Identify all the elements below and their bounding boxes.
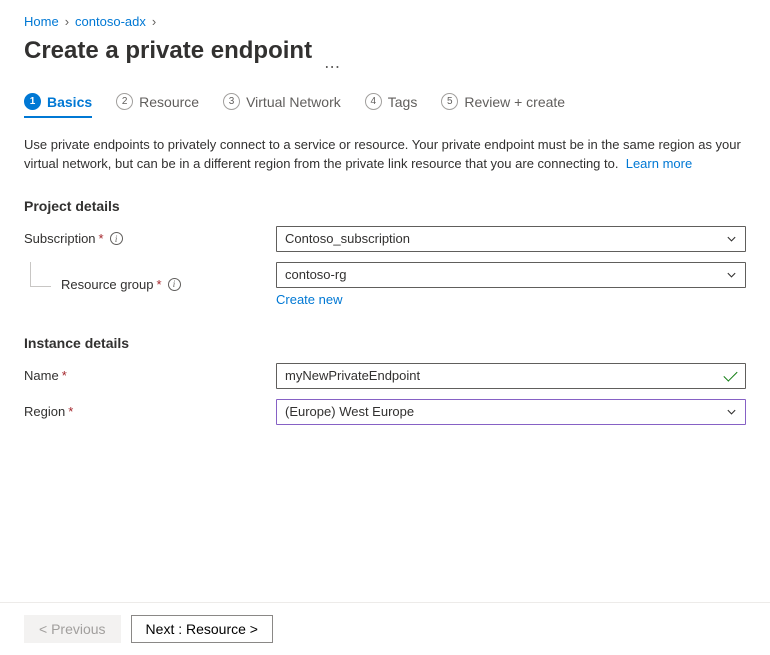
tab-resource[interactable]: 2 Resource [116, 93, 199, 118]
step-number: 5 [441, 93, 458, 110]
select-value: contoso-rg [285, 267, 346, 282]
previous-button: < Previous [24, 615, 121, 643]
info-icon[interactable]: i [110, 232, 123, 245]
tab-label: Tags [388, 94, 418, 110]
required-marker: * [157, 277, 162, 292]
info-icon[interactable]: i [168, 278, 181, 291]
create-new-link[interactable]: Create new [276, 292, 342, 307]
tab-label: Basics [47, 94, 92, 110]
subscription-select[interactable]: Contoso_subscription [276, 226, 746, 252]
more-actions-icon[interactable]: ⋯ [324, 53, 340, 77]
tab-label: Review + create [464, 94, 565, 110]
intro-text: Use private endpoints to privately conne… [24, 136, 744, 174]
chevron-right-icon: › [65, 14, 69, 29]
section-header: Instance details [24, 335, 746, 351]
chevron-right-icon: › [152, 14, 156, 29]
step-number: 4 [365, 93, 382, 110]
tab-virtual-network[interactable]: 3 Virtual Network [223, 93, 341, 118]
breadcrumb-home[interactable]: Home [24, 14, 59, 29]
tab-review-create[interactable]: 5 Review + create [441, 93, 565, 118]
chevron-down-icon [726, 233, 737, 244]
wizard-tabs: 1 Basics 2 Resource 3 Virtual Network 4 … [24, 93, 746, 118]
input-value: myNewPrivateEndpoint [285, 368, 420, 383]
required-marker: * [99, 231, 104, 246]
required-marker: * [68, 404, 73, 419]
next-button[interactable]: Next : Resource > [131, 615, 273, 643]
tab-label: Virtual Network [246, 94, 341, 110]
chevron-down-icon [726, 406, 737, 417]
resource-group-select[interactable]: contoso-rg [276, 262, 746, 288]
chevron-down-icon [726, 269, 737, 280]
breadcrumb: Home › contoso-adx › [24, 14, 746, 29]
step-number: 2 [116, 93, 133, 110]
select-value: (Europe) West Europe [285, 404, 414, 419]
region-select[interactable]: (Europe) West Europe [276, 399, 746, 425]
step-number: 1 [24, 93, 41, 110]
section-header: Project details [24, 198, 746, 214]
step-number: 3 [223, 93, 240, 110]
section-instance-details: Instance details Name * myNewPrivateEndp… [24, 335, 746, 425]
page-title: Create a private endpoint [24, 37, 312, 65]
label-resource-group: Resource group * i [24, 277, 276, 292]
breadcrumb-item[interactable]: contoso-adx [75, 14, 146, 29]
name-input[interactable]: myNewPrivateEndpoint [276, 363, 746, 389]
learn-more-link[interactable]: Learn more [626, 156, 692, 171]
label-region: Region * [24, 404, 276, 419]
required-marker: * [62, 368, 67, 383]
select-value: Contoso_subscription [285, 231, 410, 246]
tab-tags[interactable]: 4 Tags [365, 93, 418, 118]
tab-basics[interactable]: 1 Basics [24, 93, 92, 118]
label-subscription: Subscription * i [24, 231, 276, 246]
label-name: Name * [24, 368, 276, 383]
wizard-footer: < Previous Next : Resource > [0, 602, 770, 655]
tab-label: Resource [139, 94, 199, 110]
section-project-details: Project details Subscription * i Contoso… [24, 198, 746, 307]
